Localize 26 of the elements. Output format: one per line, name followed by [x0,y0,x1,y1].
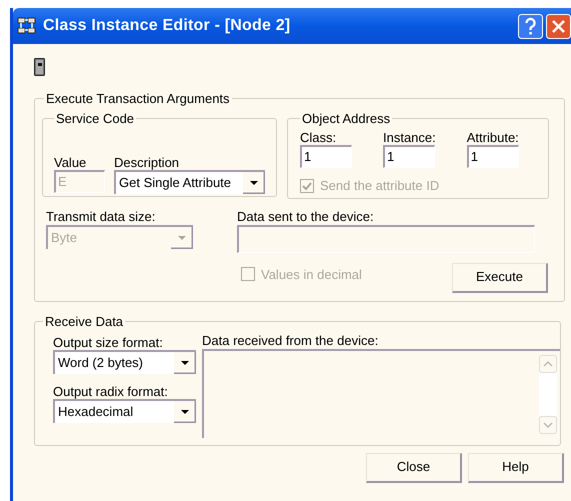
field-label: Description [114,155,180,170]
field-label: Data sent to the device: [237,208,375,224]
field-label: Data received from the device: [202,333,380,348]
window-title: Class Instance Editor - [Node 2] [43,16,290,36]
input-field[interactable]: 1 [466,145,519,168]
checkbox-label: Send the attribute ID [320,177,440,195]
dropdown[interactable]: Hexadecimal [53,399,196,423]
checkbox-label: Values in decimal [261,266,362,284]
input-field[interactable]: 1 [300,145,352,168]
group-title: Execute Transaction Arguments [45,90,231,108]
field-label: Output size format: [53,335,164,350]
field-label: Instance: [383,130,436,145]
dialog-button[interactable]: Help [468,452,564,482]
field-label: Transmit data size: [46,208,156,224]
dropdown[interactable]: Word (2 bytes) [53,350,196,374]
input-field[interactable]: 1 [383,145,435,168]
dropdown[interactable]: Get Single Attribute [114,170,265,194]
group-title: Receive Data [44,312,124,330]
field-label: Attribute: [466,130,519,145]
dialog-button[interactable]: Close [366,452,462,482]
execute-button[interactable]: Execute [452,262,548,292]
field-label: Value [54,155,88,170]
group-title: Object Address [301,110,392,128]
field-label: Class: [300,130,338,145]
group-title: Service Code [55,110,136,128]
field-label: Output radix format: [53,384,169,399]
